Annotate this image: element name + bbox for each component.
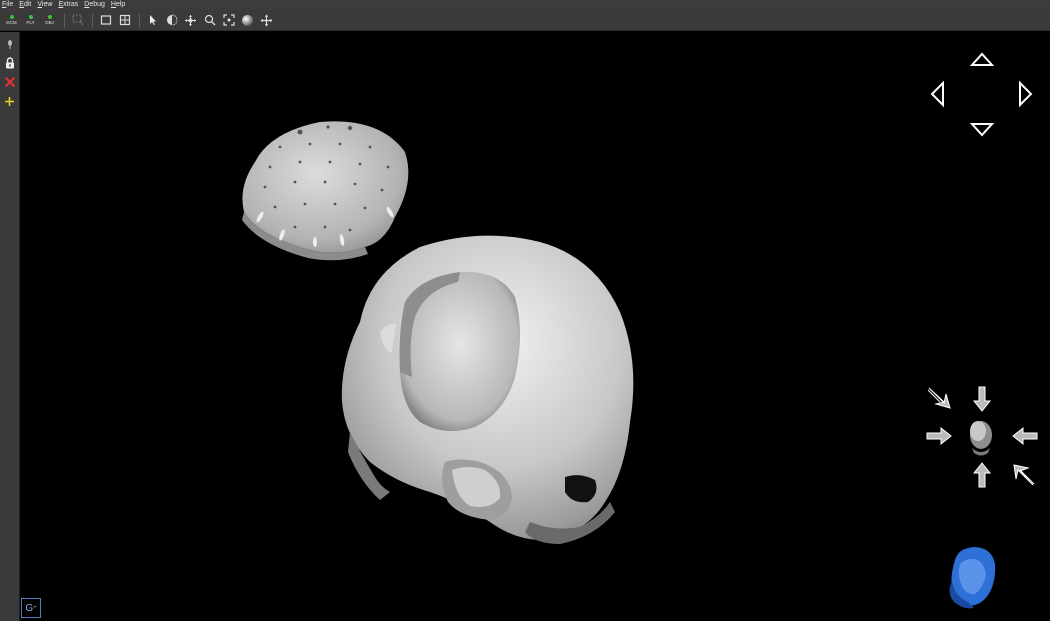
view-left-icon bbox=[926, 426, 952, 446]
menu-bar: File Edit View Extras Debug Help bbox=[0, 0, 1050, 10]
menu-edit[interactable]: Edit bbox=[19, 0, 31, 10]
view-top-icon bbox=[972, 386, 992, 412]
menu-extras[interactable]: Extras bbox=[58, 0, 78, 10]
pan-left-button[interactable] bbox=[930, 80, 944, 108]
view-top-left-button[interactable] bbox=[927, 387, 951, 409]
scene bbox=[242, 52, 1038, 609]
single-view-button[interactable] bbox=[97, 12, 114, 29]
import-obj-button[interactable]: OBJ bbox=[41, 12, 58, 29]
menu-view[interactable]: View bbox=[37, 0, 52, 10]
quad-view-button[interactable] bbox=[116, 12, 133, 29]
fit-view-button[interactable] bbox=[220, 12, 237, 29]
menu-help[interactable]: Help bbox=[111, 0, 125, 10]
lock-icon bbox=[5, 57, 14, 69]
fit-icon bbox=[222, 14, 235, 26]
close-icon bbox=[4, 76, 15, 88]
g-badge-label: G bbox=[25, 602, 34, 614]
toolbar-divider bbox=[139, 12, 140, 28]
pan-right-icon bbox=[1019, 80, 1033, 108]
move-icon bbox=[185, 14, 196, 26]
zoom-icon bbox=[204, 14, 215, 26]
add-icon bbox=[5, 96, 14, 106]
view-top-left-icon bbox=[927, 387, 951, 409]
contrast-tool-button[interactable] bbox=[163, 12, 180, 29]
view-bottom-icon bbox=[972, 462, 992, 488]
view-left-button[interactable] bbox=[926, 426, 952, 446]
remove-button[interactable] bbox=[2, 74, 18, 90]
view-right-icon bbox=[1012, 426, 1038, 446]
import-dcm-icon bbox=[9, 15, 14, 19]
view-bottom-button[interactable] bbox=[972, 462, 992, 488]
pointer-icon bbox=[149, 15, 156, 25]
pan-tool-button[interactable] bbox=[258, 12, 275, 29]
view-bottom-right-button[interactable] bbox=[1013, 464, 1035, 486]
orientation-head-widget[interactable] bbox=[949, 547, 996, 609]
pan-left-icon bbox=[930, 80, 944, 108]
view-bottom-right-icon bbox=[1013, 464, 1035, 486]
quad-view-icon bbox=[119, 14, 130, 26]
contrast-icon bbox=[166, 14, 177, 26]
pan-up-icon bbox=[969, 52, 995, 66]
view-front-head-icon bbox=[970, 421, 992, 456]
menu-debug[interactable]: Debug bbox=[84, 0, 105, 10]
g-badge-superscript-icon: + bbox=[33, 605, 37, 611]
left-sidebar bbox=[0, 32, 19, 621]
import-dcm-button[interactable]: DCM bbox=[3, 12, 20, 29]
import-ply-button[interactable]: PLY bbox=[22, 12, 39, 29]
move-tool-button[interactable] bbox=[182, 12, 199, 29]
view-front-head-button[interactable] bbox=[970, 421, 992, 456]
pan-down-icon bbox=[969, 123, 995, 137]
toolbar: DCM PLY OBJ bbox=[0, 10, 1050, 31]
pan-down-button[interactable] bbox=[969, 123, 995, 137]
toolbar-divider bbox=[64, 12, 65, 28]
g-badge[interactable]: G + bbox=[21, 598, 41, 618]
toolbar-divider bbox=[92, 12, 93, 28]
import-ply-icon bbox=[28, 15, 33, 19]
pan-icon bbox=[260, 14, 273, 26]
pointer-tool-button[interactable] bbox=[144, 12, 161, 29]
pin-icon bbox=[7, 40, 12, 49]
3d-viewport[interactable] bbox=[19, 32, 1050, 621]
select-region-icon bbox=[72, 14, 83, 26]
import-obj-icon bbox=[47, 15, 52, 19]
select-region-button[interactable] bbox=[69, 12, 86, 29]
sphere-icon bbox=[242, 14, 253, 26]
pin-button[interactable] bbox=[2, 36, 18, 52]
skull-model[interactable] bbox=[341, 235, 634, 544]
zoom-tool-button[interactable] bbox=[201, 12, 218, 29]
view-right-button[interactable] bbox=[1012, 426, 1038, 446]
lock-button[interactable] bbox=[2, 55, 18, 71]
cranial-plate-model[interactable] bbox=[242, 121, 409, 261]
pan-right-button[interactable] bbox=[1019, 80, 1033, 108]
view-top-button[interactable] bbox=[972, 386, 992, 412]
sphere-tool-button[interactable] bbox=[239, 12, 256, 29]
single-view-icon bbox=[100, 15, 111, 25]
pan-up-button[interactable] bbox=[969, 52, 995, 66]
menu-file[interactable]: File bbox=[2, 0, 13, 10]
add-button[interactable] bbox=[2, 93, 18, 109]
